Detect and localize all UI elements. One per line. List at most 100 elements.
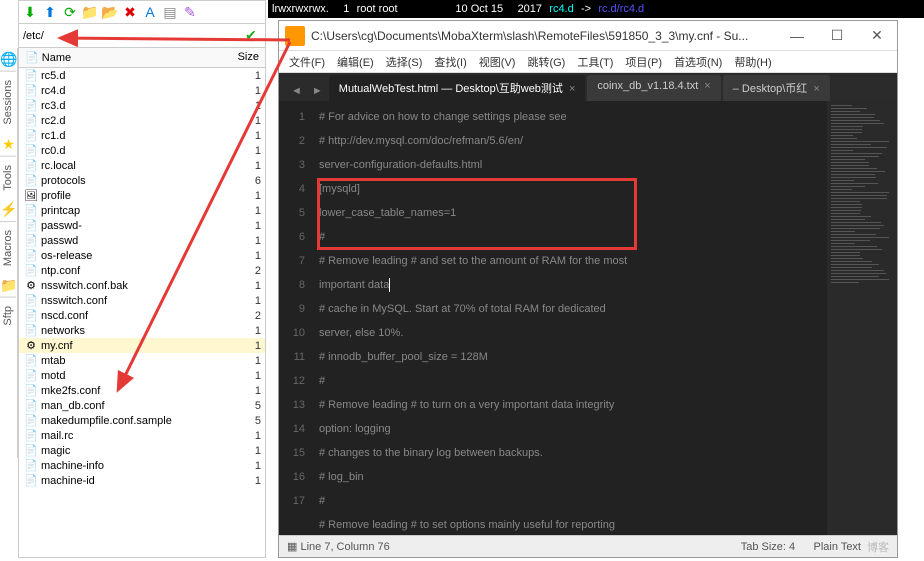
tab-prev-icon[interactable]: ◄ xyxy=(287,81,306,101)
file-icon: 📄 xyxy=(23,474,39,487)
file-size: 5 xyxy=(231,400,261,412)
file-row[interactable]: 📄machine-id1 xyxy=(19,473,265,488)
menu-item[interactable]: 查找(I) xyxy=(430,52,470,72)
file-row[interactable]: 📄man_db.conf5 xyxy=(19,398,265,413)
tab-sftp[interactable]: Sftp xyxy=(0,297,16,334)
col-size[interactable]: Size xyxy=(225,48,265,67)
file-row[interactable]: 📄mtab1 xyxy=(19,353,265,368)
file-row[interactable]: 📄rc3.d1 xyxy=(19,98,265,113)
tab-macros[interactable]: Macros xyxy=(0,221,16,274)
path-input[interactable] xyxy=(19,30,245,42)
editor-area[interactable]: 1234567891011121314151617 # For advice o… xyxy=(279,101,897,535)
file-icon: 📄 xyxy=(23,69,39,82)
file-row[interactable]: 📄rc5.d1 xyxy=(19,68,265,83)
tab-close-icon[interactable]: × xyxy=(569,83,575,95)
tab-close-icon[interactable]: × xyxy=(704,80,710,92)
code-line: # Remove leading # and set to the amount… xyxy=(319,249,827,273)
file-row[interactable]: 📄mail.rc1 xyxy=(19,428,265,443)
file-row[interactable]: 📄motd1 xyxy=(19,368,265,383)
file-size: 1 xyxy=(231,160,261,172)
code-line: # xyxy=(319,489,827,513)
status-tabsize[interactable]: Tab Size: 4 xyxy=(741,541,795,553)
side-tabs: 🌐 Sessions ★ Tools ⚡ Macros 📁 Sftp xyxy=(0,48,18,458)
file-row[interactable]: 📄rc4.d1 xyxy=(19,83,265,98)
refresh-icon[interactable]: ⟳ xyxy=(61,3,79,21)
text-icon[interactable]: A xyxy=(141,3,159,21)
file-name: nsswitch.conf xyxy=(39,295,231,307)
file-row[interactable]: 📄rc2.d1 xyxy=(19,113,265,128)
file-row[interactable]: 📄rc1.d1 xyxy=(19,128,265,143)
code-line: # xyxy=(319,369,827,393)
file-row[interactable]: 📄networks1 xyxy=(19,323,265,338)
delete-icon[interactable]: ✖ xyxy=(121,3,139,21)
file-name: nscd.conf xyxy=(39,310,231,322)
status-syntax[interactable]: Plain Text xyxy=(814,541,862,553)
tab-tools[interactable]: Tools xyxy=(0,156,16,199)
code-line: lower_case_table_names=1 xyxy=(319,201,827,225)
menu-item[interactable]: 视图(V) xyxy=(475,52,520,72)
file-row[interactable]: 📄nsswitch.conf1 xyxy=(19,293,265,308)
file-row[interactable]: 📄passwd1 xyxy=(19,233,265,248)
upload-icon[interactable]: ⬆ xyxy=(41,3,59,21)
star-icon: ★ xyxy=(0,133,17,156)
file-size: 1 xyxy=(231,85,261,97)
status-pos[interactable]: Line 7, Column 76 xyxy=(300,541,389,553)
file-icon: ⚙ xyxy=(23,339,39,352)
menu-item[interactable]: 首选项(N) xyxy=(670,52,726,72)
tab-sessions[interactable]: Sessions xyxy=(0,71,16,133)
code-line: server-configuration-defaults.html xyxy=(319,153,827,177)
code-line: # cache in MySQL. Start at 70% of total … xyxy=(319,297,827,321)
edit-icon[interactable]: ✎ xyxy=(181,3,199,21)
file-name: printcap xyxy=(39,205,231,217)
menu-item[interactable]: 项目(P) xyxy=(621,52,666,72)
file-size: 1 xyxy=(231,445,261,457)
file-name: mke2fs.conf xyxy=(39,385,231,397)
editor-tab[interactable]: MutualWebTest.html — Desktop\互助web测试× xyxy=(329,75,586,101)
file-row[interactable]: 📄makedumpfile.conf.sample5 xyxy=(19,413,265,428)
code-line: important data xyxy=(319,273,827,297)
file-row[interactable]: 📄protocols6 xyxy=(19,173,265,188)
col-name[interactable]: 📄 Name xyxy=(19,48,225,67)
menu-item[interactable]: 编辑(E) xyxy=(333,52,378,72)
folder-open-icon[interactable]: 📁 xyxy=(81,3,99,21)
editor-tab[interactable]: coinx_db_v1.18.4.txt× xyxy=(587,75,720,101)
maximize-button[interactable]: ☐ xyxy=(817,27,857,44)
doc-icon[interactable]: ▤ xyxy=(161,3,179,21)
tab-close-icon[interactable]: × xyxy=(813,83,819,95)
new-folder-icon[interactable]: 📂 xyxy=(101,3,119,21)
file-row[interactable]: 📄ntp.conf2 xyxy=(19,263,265,278)
file-size: 2 xyxy=(231,310,261,322)
menu-item[interactable]: 工具(T) xyxy=(573,52,617,72)
file-row[interactable]: 🖼profile1 xyxy=(19,188,265,203)
status-bar: ▦ Line 7, Column 76 Tab Size: 4 Plain Te… xyxy=(279,535,897,557)
menu-item[interactable]: 跳转(G) xyxy=(523,52,569,72)
tab-next-icon[interactable]: ► xyxy=(308,81,327,101)
menu-item[interactable]: 帮助(H) xyxy=(730,52,775,72)
editor-tab[interactable]: – Desktop\币红× xyxy=(723,75,830,101)
menu-item[interactable]: 选择(S) xyxy=(382,52,427,72)
file-row[interactable]: ⚙nsswitch.conf.bak1 xyxy=(19,278,265,293)
file-name: my.cnf xyxy=(39,340,231,352)
file-row[interactable]: 📄nscd.conf2 xyxy=(19,308,265,323)
minimap[interactable] xyxy=(827,101,897,535)
file-row[interactable]: ⚙my.cnf1 xyxy=(19,338,265,353)
file-size: 1 xyxy=(231,385,261,397)
file-row[interactable]: 📄passwd-1 xyxy=(19,218,265,233)
file-row[interactable]: 📄os-release1 xyxy=(19,248,265,263)
file-row[interactable]: 📄machine-info1 xyxy=(19,458,265,473)
title-bar: C:\Users\cg\Documents\MobaXterm\slash\Re… xyxy=(279,21,897,51)
menu-item[interactable]: 文件(F) xyxy=(285,52,329,72)
file-row[interactable]: 📄printcap1 xyxy=(19,203,265,218)
file-size: 6 xyxy=(231,175,261,187)
file-row[interactable]: 📄rc.local1 xyxy=(19,158,265,173)
file-name: rc1.d xyxy=(39,130,231,142)
file-icon: 📄 xyxy=(23,99,39,112)
file-row[interactable]: 📄rc0.d1 xyxy=(19,143,265,158)
file-row[interactable]: 📄magic1 xyxy=(19,443,265,458)
file-row[interactable]: 📄mke2fs.conf1 xyxy=(19,383,265,398)
download-icon[interactable]: ⬇ xyxy=(21,3,39,21)
minimize-button[interactable]: — xyxy=(777,28,817,44)
close-button[interactable]: ✕ xyxy=(857,27,897,44)
file-size: 1 xyxy=(231,100,261,112)
code-area[interactable]: # For advice on how to change settings p… xyxy=(313,101,827,535)
